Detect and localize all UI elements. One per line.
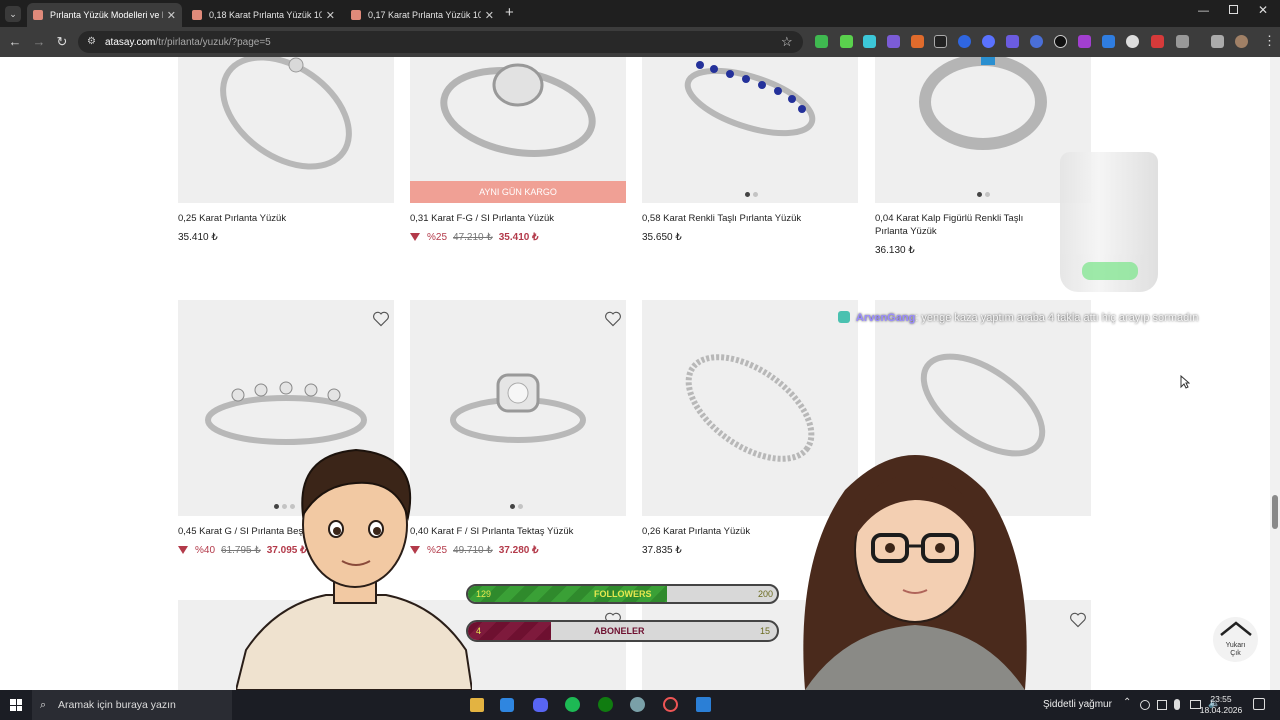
extension-icon[interactable] <box>815 35 828 48</box>
discord-icon[interactable] <box>533 698 548 712</box>
taskbar-app-icon[interactable] <box>500 698 514 712</box>
chevron-up-icon <box>1219 621 1252 636</box>
product-name[interactable]: 0,04 Karat Kalp Figürlü Renkli Taşlı Pır… <box>875 212 1025 238</box>
extension-icon[interactable] <box>1102 35 1115 48</box>
tab-search-button[interactable]: ⌄ <box>5 6 21 22</box>
extension-icon[interactable] <box>863 35 876 48</box>
ring-image-icon <box>220 57 352 170</box>
subscribers-goal-bar: 4 ABONELER 15 <box>466 620 779 642</box>
menu-kebab-icon[interactable]: ⋮ <box>1263 33 1276 49</box>
glass-cup-overlay <box>1060 152 1158 292</box>
taskbar-app-icon[interactable] <box>630 697 645 712</box>
site-info-icon[interactable]: ⚙ <box>87 36 96 47</box>
search-icon: ⌕ <box>40 699 47 711</box>
download-icon[interactable] <box>1211 35 1224 48</box>
chat-badge-icon <box>838 311 850 323</box>
extension-icon[interactable] <box>1030 35 1043 48</box>
extension-icon[interactable] <box>1151 35 1164 48</box>
close-icon[interactable]: ✕ <box>485 9 494 22</box>
mouse-cursor-icon <box>1180 375 1190 389</box>
window-close-icon[interactable]: ✕ <box>1258 3 1268 17</box>
product-price: 37.835 ₺ <box>642 545 682 556</box>
image-carousel-dots[interactable] <box>510 504 523 509</box>
product-price: %25 47.210 ₺ 35.410 ₺ <box>410 232 538 243</box>
clock-date-label: 18.04.2026 <box>1199 705 1243 715</box>
weather-status[interactable]: Şiddetli yağmur <box>1043 699 1112 710</box>
image-carousel-dots[interactable] <box>745 192 758 197</box>
extension-icon[interactable] <box>840 35 853 48</box>
same-day-shipping-badge: AYNI GÜN KARGO <box>410 181 626 203</box>
chat-message: ArvenGang: yenge kaza yaptım araba 4 tak… <box>838 311 1198 324</box>
extensions-puzzle-icon[interactable] <box>1176 35 1189 48</box>
browser-tab-bar: ⌄ Pırlanta Yüzük Modelleri ve Fiyatl ✕ 0… <box>0 0 1280 27</box>
product-price: 36.130 ₺ <box>875 245 915 256</box>
discount-arrow-icon <box>178 546 188 554</box>
extension-icon[interactable] <box>1054 35 1067 48</box>
favorite-heart-icon[interactable] <box>1069 612 1087 628</box>
taskbar-app-icon[interactable] <box>696 697 711 712</box>
microphone-icon[interactable] <box>1174 699 1180 710</box>
extension-icon[interactable] <box>1078 35 1091 48</box>
discount-arrow-icon <box>410 233 420 241</box>
tab-pirlanta-yuzuk[interactable]: Pırlanta Yüzük Modelleri ve Fiyatl ✕ <box>27 3 182 27</box>
favorite-heart-icon[interactable] <box>372 311 390 327</box>
bookmark-star-icon[interactable]: ☆ <box>781 34 793 50</box>
product-price: 35.410 ₺ <box>178 232 218 243</box>
clock-time-label: 23:55 <box>1210 694 1232 704</box>
extension-icon[interactable] <box>911 35 924 48</box>
extension-icon[interactable] <box>1126 35 1139 48</box>
taskbar-app-icon[interactable] <box>663 697 678 712</box>
minimize-icon[interactable]: — <box>1198 5 1209 17</box>
tray-chevron-up-icon[interactable]: ⌃ <box>1123 697 1131 708</box>
favorite-heart-icon[interactable] <box>604 311 622 327</box>
extension-icon[interactable] <box>982 35 995 48</box>
tray-icon[interactable] <box>1157 700 1167 710</box>
tab-017-karat[interactable]: 0,17 Karat Pırlanta Yüzük 10012 ✕ <box>345 3 500 27</box>
product-price: 35.650 ₺ <box>642 232 682 243</box>
product-image[interactable] <box>642 57 858 203</box>
windows-taskbar: ⌕ Aramak için buraya yazın Şiddetli yağm… <box>0 690 1280 720</box>
product-image[interactable] <box>875 57 1091 203</box>
product-name[interactable]: 0,58 Karat Renkli Taşlı Pırlanta Yüzük <box>642 212 852 225</box>
ring-image-icon <box>684 61 816 137</box>
back-to-top-button[interactable]: Yukarı Çık <box>1213 617 1258 662</box>
followers-goal-bar: 129 FOLLOWERS 200 <box>466 584 779 604</box>
streamer-avatar-male <box>236 448 472 690</box>
back-arrow-icon[interactable]: ← <box>7 34 23 50</box>
windows-start-icon[interactable] <box>10 699 22 711</box>
product-name[interactable]: 0,25 Karat Pırlanta Yüzük <box>178 212 388 225</box>
clock[interactable]: 23:55 18.04.2026 <box>1198 694 1244 716</box>
tray-icon[interactable] <box>1140 700 1150 710</box>
image-carousel-dots[interactable] <box>977 192 990 197</box>
reload-icon[interactable]: ↻ <box>54 34 70 50</box>
product-image[interactable] <box>410 57 626 181</box>
atasay-favicon-icon <box>192 10 202 20</box>
atasay-favicon-icon <box>351 10 361 20</box>
extension-icon[interactable] <box>1006 35 1019 48</box>
product-image[interactable] <box>178 57 394 203</box>
atasay-favicon-icon <box>33 10 43 20</box>
extension-icon[interactable] <box>934 35 947 48</box>
xbox-icon[interactable] <box>598 697 613 712</box>
extension-icon[interactable] <box>958 35 971 48</box>
taskbar-app-icon[interactable] <box>470 698 484 712</box>
extension-icon[interactable] <box>887 35 900 48</box>
new-tab-plus-icon[interactable]: + <box>505 4 514 21</box>
restore-icon[interactable] <box>1229 5 1238 14</box>
forward-arrow-icon[interactable]: → <box>31 34 47 50</box>
close-icon[interactable]: ✕ <box>326 9 335 22</box>
scrollbar-thumb[interactable] <box>1272 495 1278 529</box>
tab-018-karat[interactable]: 0,18 Karat Pırlanta Yüzük 10013 ✕ <box>186 3 341 27</box>
product-name[interactable]: 0,31 Karat F-G / SI Pırlanta Yüzük <box>410 212 620 225</box>
address-bar[interactable]: ⚙ atasay.com/tr/pirlanta/yuzuk/?page=5 ☆ <box>78 31 803 53</box>
spotify-icon[interactable] <box>565 697 580 712</box>
page-scrollbar[interactable] <box>1270 57 1280 690</box>
streamer-avatar-female <box>803 455 1027 690</box>
notification-icon[interactable] <box>1253 698 1265 710</box>
taskbar-search-box[interactable]: ⌕ Aramak için buraya yazın <box>32 690 232 720</box>
profile-avatar[interactable] <box>1235 35 1248 48</box>
ring-image-icon <box>919 57 1047 150</box>
close-icon[interactable]: ✕ <box>167 9 176 22</box>
ring-image-icon <box>440 63 596 157</box>
